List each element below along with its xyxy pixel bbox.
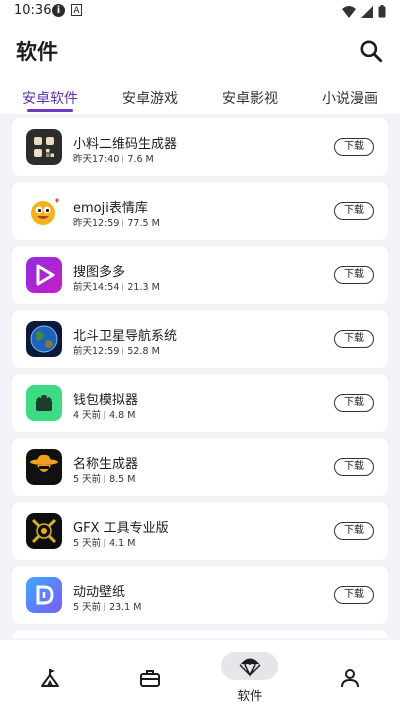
home-tent-icon: [41, 669, 59, 687]
nav-item-home[interactable]: [0, 640, 100, 712]
emoji-face-app-icon: [26, 193, 62, 229]
list-item[interactable]: GFX 工具专业版 5 天前 4.1 M 下载: [12, 502, 388, 560]
app-size: 8.5 M: [109, 474, 136, 485]
tab-novels-comics[interactable]: 小说漫画: [300, 80, 400, 114]
app-time: 5 天前: [73, 538, 102, 549]
list-item[interactable]: 北斗卫星导航系统 前天12:59 52.8 M 下载: [12, 310, 388, 368]
app-name: emoji表情库: [73, 201, 148, 216]
list-item[interactable]: 小料二维码生成器 昨天17:40 7.6 M 下载: [12, 118, 388, 176]
download-button[interactable]: 下载: [334, 330, 374, 348]
tab-android-video[interactable]: 安卓影视: [200, 80, 300, 114]
app-size: 21.3 M: [127, 282, 160, 293]
tab-label: 安卓影视: [222, 91, 278, 107]
nav-item-profile[interactable]: [300, 640, 400, 712]
app-size: 77.5 M: [127, 218, 160, 229]
search-icon[interactable]: [358, 38, 384, 64]
app-name: 钱包模拟器: [73, 393, 139, 408]
list-item[interactable]: 动动壁纸 5 天前 23.1 M 下载: [12, 566, 388, 624]
app-time: 5 天前: [73, 602, 102, 613]
tab-android-games[interactable]: 安卓游戏: [100, 80, 200, 114]
list-item[interactable]: 名称生成器 5 天前 8.5 M 下载: [12, 438, 388, 496]
tab-android-software[interactable]: 安卓软件: [0, 80, 100, 114]
app-bar: 软件: [0, 22, 400, 80]
battery-icon: [378, 5, 386, 18]
download-button[interactable]: 下载: [334, 138, 374, 156]
nav-item-toolbox[interactable]: [100, 640, 200, 712]
list-item[interactable]: emoji表情库 昨天12:59 77.5 M 下载: [12, 182, 388, 240]
app-size: 7.6 M: [127, 154, 154, 165]
app-time: 5 天前: [73, 474, 102, 485]
qr-code-app-icon: [26, 129, 62, 165]
app-time: 前天12:59: [73, 346, 120, 357]
play-gradient-app-icon: [26, 257, 62, 293]
app-meta: 5 天前 4.1 M: [73, 535, 135, 549]
app-meta: 昨天12:59 77.5 M: [73, 215, 160, 229]
app-list: 小料二维码生成器 昨天17:40 7.6 M 下载 emoji表情库 昨天12:5…: [0, 118, 400, 638]
tab-label: 小说漫画: [322, 91, 378, 107]
gfx-badge-app-icon: [26, 513, 62, 549]
tab-label: 安卓游戏: [122, 91, 178, 107]
app-size: 23.1 M: [109, 602, 142, 613]
app-meta: 前天12:59 52.8 M: [73, 343, 160, 357]
wifi-icon: [342, 5, 356, 18]
signal-icon: [361, 5, 373, 18]
a-icon: A: [71, 4, 82, 16]
app-name: 动动壁纸: [73, 585, 126, 600]
app-size: 4.8 M: [109, 410, 136, 421]
android-robot-app-icon: [26, 385, 62, 421]
app-time: 4 天前: [73, 410, 102, 421]
app-name: 北斗卫星导航系统: [73, 329, 178, 344]
app-name: 小料二维码生成器: [73, 137, 178, 152]
nav-label: 软件: [237, 688, 263, 703]
download-button[interactable]: 下载: [334, 522, 374, 540]
download-button[interactable]: 下载: [334, 394, 374, 412]
download-button[interactable]: 下载: [334, 202, 374, 220]
status-time: 10:36: [14, 3, 52, 18]
app-name: 名称生成器: [73, 457, 139, 472]
parachute-icon: [239, 658, 261, 677]
app-meta: 5 天前 23.1 M: [73, 599, 141, 613]
download-button[interactable]: 下载: [334, 586, 374, 604]
status-icons: [342, 5, 386, 18]
nav-item-software[interactable]: 软件: [200, 640, 300, 712]
download-button[interactable]: 下载: [334, 458, 374, 476]
earth-globe-app-icon: [26, 321, 62, 357]
app-time: 前天14:54: [73, 282, 120, 293]
profile-icon: [341, 669, 359, 688]
app-size: 4.1 M: [109, 538, 136, 549]
download-button[interactable]: 下载: [334, 266, 374, 284]
app-meta: 昨天17:40 7.6 M: [73, 151, 154, 165]
cowboy-hat-app-icon: [26, 449, 62, 485]
list-item[interactable]: 搜图多多 前天14:54 21.3 M 下载: [12, 246, 388, 304]
tab-label: 安卓软件: [22, 91, 78, 107]
category-tabs: 安卓软件 安卓游戏 安卓影视 小说漫画: [0, 80, 400, 114]
app-time: 昨天12:59: [73, 218, 120, 229]
app-meta: 前天14:54 21.3 M: [73, 279, 160, 293]
info-icon: i: [52, 4, 65, 17]
list-item-partial[interactable]: [12, 630, 388, 638]
list-item[interactable]: 钱包模拟器 4 天前 4.8 M 下载: [12, 374, 388, 432]
app-time: 昨天17:40: [73, 154, 120, 165]
app-size: 52.8 M: [127, 346, 160, 357]
briefcase-icon: [140, 670, 160, 687]
page-title: 软件: [16, 40, 58, 64]
app-name: 搜图多多: [73, 265, 126, 280]
wallpaper-d-app-icon: [26, 577, 62, 613]
app-meta: 4 天前 4.8 M: [73, 407, 135, 421]
tab-indicator: [27, 109, 73, 112]
app-name: GFX 工具专业版: [73, 521, 169, 536]
status-bar: 10:36 i A: [0, 0, 400, 22]
app-meta: 5 天前 8.5 M: [73, 471, 135, 485]
